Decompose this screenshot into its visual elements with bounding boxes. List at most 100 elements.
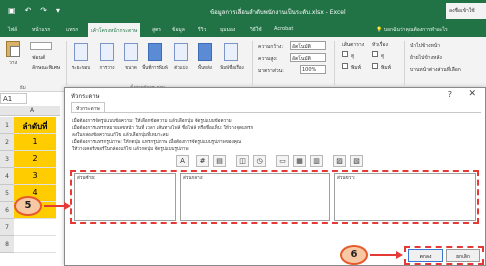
callout-arrow xyxy=(44,205,66,207)
size-icon[interactable] xyxy=(124,43,138,61)
insert-time-button[interactable]: ◷ xyxy=(253,155,266,167)
size-button[interactable]: ขนาด xyxy=(120,64,142,71)
row-header[interactable]: 8 xyxy=(0,236,14,253)
gridlines-view-checkbox[interactable] xyxy=(342,51,348,57)
format-picture-button[interactable]: ▧ xyxy=(350,155,363,167)
width-label: ความกว้าง: xyxy=(258,44,284,50)
headings-print-checkbox[interactable] xyxy=(372,63,378,69)
tab-file[interactable]: ไฟล์ xyxy=(6,25,19,35)
print-area-button[interactable]: พื้นที่การพิมพ์ xyxy=(142,64,168,71)
height-dropdown[interactable]: อัตโนมัติ xyxy=(290,53,326,62)
row-header[interactable]: 4 xyxy=(0,168,14,185)
row-header[interactable]: 2 xyxy=(0,134,14,151)
print-area-icon[interactable] xyxy=(148,43,162,61)
instruction-line: ให้วางเคอร์เซอร์ในกล่องแก้ไข แล้วกดปุ่ม … xyxy=(72,147,189,152)
tell-me-search[interactable]: 💡 บอกฉันว่าคุณต้องการทำอะไร xyxy=(376,26,448,34)
print-titles-icon[interactable] xyxy=(224,43,238,61)
row-header[interactable]: 6 xyxy=(0,202,14,219)
help-icon[interactable]: ? xyxy=(448,90,452,99)
background-button[interactable]: พื้นหลัง xyxy=(193,64,217,71)
fonts-dropdown[interactable]: ฟอนต์ xyxy=(32,54,45,62)
ok-button[interactable]: ตกลง xyxy=(408,249,443,262)
ribbon-separator xyxy=(252,41,253,85)
insert-file-name-button[interactable]: ▦ xyxy=(293,155,306,167)
ribbon-separator xyxy=(334,41,335,85)
tab-review[interactable]: รีวิว xyxy=(196,25,208,35)
quick-access-toolbar: ▣ ↶ ↷ ▾ xyxy=(8,6,60,15)
breaks-button[interactable]: ตัวแบ่ง xyxy=(170,64,192,71)
bring-forward-button[interactable]: นำไปข้างหน้า xyxy=(410,42,440,50)
tab-home[interactable]: หน้าแรก xyxy=(30,25,52,35)
cell-a3[interactable]: 2 xyxy=(14,151,56,168)
title-bar: ▣ ↶ ↷ ▾ ข้อมูลการเลื่อนลำดับพนักงานเป็นร… xyxy=(0,0,486,22)
tab-acrobat[interactable]: Acrobat xyxy=(272,25,295,33)
lightbulb-icon: 💡 xyxy=(376,27,384,33)
orientation-button[interactable]: การวาง xyxy=(96,64,118,71)
insert-number-of-pages-button[interactable]: ▤ xyxy=(213,155,226,167)
left-section-label: ส่วนซ้าย: xyxy=(77,176,96,181)
theme-colors-dropdown[interactable] xyxy=(30,42,52,50)
callout-5: 5 xyxy=(14,196,42,216)
cell-a1[interactable]: ลำดับที่ xyxy=(14,117,56,134)
insert-date-button[interactable]: ◫ xyxy=(236,155,249,167)
effects-dropdown[interactable]: ลักษณะพิเศษ xyxy=(32,64,60,72)
width-dropdown[interactable]: อัตโนมัติ xyxy=(290,41,326,50)
orientation-icon[interactable] xyxy=(100,43,114,61)
margins-icon[interactable] xyxy=(74,43,88,61)
close-icon[interactable]: ✕ xyxy=(468,89,476,99)
tab-divider xyxy=(71,112,481,113)
tab-insert[interactable]: แทรก xyxy=(64,25,80,35)
breaks-icon[interactable] xyxy=(174,43,188,61)
instruction-line: เมื่อต้องการแทรกหมายเลขหน้า วันที่ เวลา … xyxy=(72,126,254,131)
row-header[interactable]: 5 xyxy=(0,185,14,202)
callout-arrowhead xyxy=(396,251,403,259)
tab-formulas[interactable]: สูตร xyxy=(150,25,163,35)
gridlines-view-label: ดู xyxy=(351,53,355,59)
row-header[interactable]: 3 xyxy=(0,151,14,168)
height-label: ความสูง: xyxy=(258,56,278,62)
undo-icon[interactable]: ↶ xyxy=(25,6,32,15)
insert-page-number-button[interactable]: # xyxy=(196,155,209,167)
tab-data[interactable]: ข้อมูล xyxy=(170,25,187,35)
save-icon[interactable]: ▣ xyxy=(8,6,16,15)
cancel-button[interactable]: ยกเลิก xyxy=(446,249,480,262)
customize-icon[interactable]: ▾ xyxy=(56,6,60,15)
tab-page-layout[interactable]: เค้าโครงหน้ากระดาษ xyxy=(88,23,141,37)
background-icon[interactable] xyxy=(198,43,212,61)
redo-icon[interactable]: ↷ xyxy=(40,6,47,15)
cell-a4[interactable]: 3 xyxy=(14,168,56,185)
format-text-button[interactable]: A xyxy=(176,155,189,167)
cell-a8[interactable] xyxy=(14,236,56,253)
insert-picture-button[interactable]: ▨ xyxy=(333,155,346,167)
callout-arrowhead xyxy=(64,202,71,210)
print-titles-button[interactable]: พิมพ์ชื่อเรื่อง xyxy=(218,64,246,71)
row-header[interactable]: 7 xyxy=(0,219,14,236)
scale-label: มาตราส่วน: xyxy=(258,68,284,74)
clipboard-icon xyxy=(6,41,20,57)
headings-label: หัวเรื่อง xyxy=(372,42,388,48)
selection-pane-button[interactable]: บานหน้าต่างส่วนที่เลือก xyxy=(410,66,461,74)
sign-in-button[interactable]: ลงชื่อเข้าใช้ xyxy=(446,3,486,19)
margins-button[interactable]: ระยะขอบ xyxy=(70,64,92,71)
instruction-line: ลงในกล่องข้อความแก้ไข แล้วเลือกปุ่มที่เห… xyxy=(72,133,169,138)
right-section-label: ส่วนขวา: xyxy=(337,176,356,181)
cell-a7[interactable] xyxy=(14,219,56,236)
tab-help[interactable]: วิธีใช้ xyxy=(248,25,264,35)
tab-view[interactable]: มุมมอง xyxy=(218,25,237,35)
headings-view-checkbox[interactable] xyxy=(372,51,378,57)
cell-a2[interactable]: 1 xyxy=(14,134,56,151)
ribbon: วาง ฟอนต์ ลักษณะพิเศษ ธีม ระยะขอบ การวาง… xyxy=(0,37,486,92)
insert-sheet-name-button[interactable]: ▥ xyxy=(310,155,323,167)
send-backward-button[interactable]: ย้ายไปข้างหลัง xyxy=(410,54,442,62)
gridlines-print-checkbox[interactable] xyxy=(342,63,348,69)
callout-arrow xyxy=(370,254,398,256)
row-header[interactable]: 1 xyxy=(0,117,14,134)
scale-stepper[interactable]: 100% xyxy=(300,65,326,74)
paste-button[interactable]: วาง xyxy=(4,41,22,71)
insert-file-path-button[interactable]: ▭ xyxy=(276,155,289,167)
tab-header[interactable]: หัวกระดาษ xyxy=(71,102,105,112)
column-header-a[interactable]: A xyxy=(30,107,34,114)
center-section-label: ส่วนกลาง: xyxy=(183,176,204,181)
gridlines-print-label: พิมพ์ xyxy=(351,65,361,71)
name-box[interactable]: A1 xyxy=(0,93,27,104)
